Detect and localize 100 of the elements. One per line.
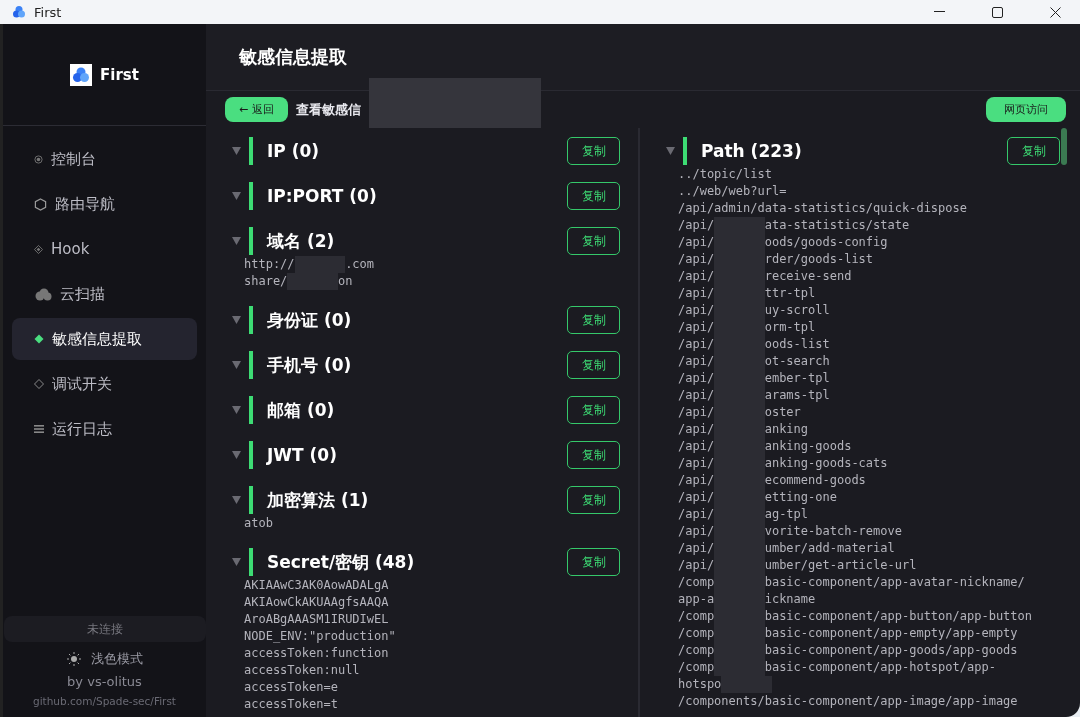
result-text: /api/ bbox=[678, 268, 715, 285]
section-title: 邮箱 (0) bbox=[267, 398, 336, 422]
collapse-triangle-icon[interactable] bbox=[232, 147, 241, 155]
result-text: /api/ bbox=[678, 387, 715, 404]
result-text: AKIAAwC3AK0AowADALgA bbox=[244, 577, 389, 594]
result-text: /api/ bbox=[678, 370, 715, 387]
result-text: etting-one bbox=[764, 489, 837, 506]
back-button[interactable]: ← 返回 bbox=[225, 97, 288, 122]
app-logo-icon bbox=[12, 5, 26, 19]
cloud-icon bbox=[34, 287, 52, 301]
result-text: accessToken=e bbox=[244, 679, 338, 696]
result-text: basic-component/app-goods/app-goods bbox=[764, 642, 1018, 659]
result-text: /api/ bbox=[678, 217, 715, 234]
collapse-triangle-icon[interactable] bbox=[666, 147, 675, 155]
result-text: /api/ bbox=[678, 302, 715, 319]
diamond-icon bbox=[34, 379, 44, 389]
result-text: /api/ bbox=[678, 251, 715, 268]
result-text: /api/ bbox=[678, 319, 715, 336]
repo-link[interactable]: github.com/Spade-sec/First bbox=[33, 695, 176, 707]
collapse-triangle-icon[interactable] bbox=[232, 496, 241, 504]
result-text: ickname bbox=[764, 591, 816, 608]
section-title: IP:PORT (0) bbox=[267, 186, 378, 206]
visit-page-button[interactable]: 网页访问 bbox=[986, 97, 1066, 122]
result-text: ot-search bbox=[764, 353, 830, 370]
result-text: ../web/web?url= bbox=[678, 183, 787, 200]
result-text: oods-list bbox=[764, 336, 830, 353]
caption-text: 查看敏感信 bbox=[295, 100, 361, 119]
copy-button[interactable]: 复制 bbox=[567, 441, 620, 469]
nav-item[interactable]: 敏感信息提取 bbox=[12, 318, 197, 360]
nav-label: 控制台 bbox=[51, 149, 96, 169]
copy-button[interactable]: 复制 bbox=[567, 182, 620, 210]
nav-label: 路由导航 bbox=[55, 194, 115, 214]
nav-label: 敏感信息提取 bbox=[52, 329, 142, 349]
section-title: 手机号 (0) bbox=[267, 353, 353, 377]
result-text: share/ bbox=[244, 273, 288, 290]
result-text: anking bbox=[764, 421, 809, 438]
section-marker bbox=[683, 137, 687, 165]
nav-item[interactable]: 运行日志 bbox=[12, 408, 197, 450]
nav-label: 运行日志 bbox=[52, 419, 112, 439]
collapse-triangle-icon[interactable] bbox=[232, 237, 241, 245]
copy-button[interactable]: 复制 bbox=[567, 137, 620, 165]
result-text: oster bbox=[764, 404, 801, 421]
result-text: /api/ bbox=[678, 234, 715, 251]
section-title: IP (0) bbox=[267, 141, 321, 161]
result-text: /comp bbox=[678, 608, 715, 625]
nav-item[interactable]: 路由导航 bbox=[12, 183, 197, 225]
theme-toggle[interactable]: 浅色模式 bbox=[66, 650, 143, 668]
result-text: atob bbox=[244, 515, 273, 532]
result-text: /api/ bbox=[678, 455, 715, 472]
copy-button[interactable]: 复制 bbox=[567, 227, 620, 255]
copy-button[interactable]: 复制 bbox=[567, 548, 620, 576]
copy-button[interactable]: 复制 bbox=[567, 486, 620, 514]
nav-label: 调试开关 bbox=[52, 374, 112, 394]
result-text: ecommend-goods bbox=[764, 472, 866, 489]
result-text: /api/ bbox=[678, 421, 715, 438]
result-text: /comp bbox=[678, 574, 715, 591]
collapse-triangle-icon[interactable] bbox=[232, 192, 241, 200]
section-marker bbox=[249, 306, 253, 334]
nav-item[interactable]: 调试开关 bbox=[12, 363, 197, 405]
result-text: NODE_ENV:"production" bbox=[244, 628, 396, 645]
result-text: AroABgAAASM1IRUDIwEL bbox=[244, 611, 389, 628]
list-icon bbox=[34, 424, 44, 434]
result-text: accessToken:function bbox=[244, 645, 389, 662]
nav-item[interactable]: Hook bbox=[12, 228, 197, 270]
diamond-icon bbox=[34, 244, 43, 254]
copy-button[interactable]: 复制 bbox=[1007, 137, 1060, 165]
result-text: /api/ bbox=[678, 336, 715, 353]
scrollbar-thumb[interactable] bbox=[1061, 128, 1067, 165]
result-text: app-a bbox=[678, 591, 715, 608]
section-marker bbox=[249, 351, 253, 379]
result-text: /comp bbox=[678, 625, 715, 642]
collapse-triangle-icon[interactable] bbox=[232, 558, 241, 566]
section-title: Path (223) bbox=[701, 141, 803, 161]
result-text: umber/get-article-url bbox=[764, 557, 917, 574]
nav-item[interactable]: 云扫描 bbox=[12, 273, 197, 315]
section-marker bbox=[249, 182, 253, 210]
result-text: .com bbox=[345, 256, 375, 273]
collapse-triangle-icon[interactable] bbox=[232, 361, 241, 369]
collapse-triangle-icon[interactable] bbox=[232, 451, 241, 459]
section-marker bbox=[249, 441, 253, 469]
result-text: /api/ bbox=[678, 489, 715, 506]
collapse-triangle-icon[interactable] bbox=[232, 316, 241, 324]
result-text: orm-tpl bbox=[764, 319, 816, 336]
section-marker bbox=[249, 227, 253, 255]
result-text: /comp bbox=[678, 642, 715, 659]
result-text: /api/ bbox=[678, 523, 715, 540]
section-marker bbox=[249, 548, 253, 576]
section-marker bbox=[249, 137, 253, 165]
connection-status: 未连接 bbox=[4, 616, 206, 642]
section-title: 加密算法 (1) bbox=[267, 488, 370, 512]
copy-button[interactable]: 复制 bbox=[567, 351, 620, 379]
author-text: by vs-olitus bbox=[67, 674, 142, 689]
result-text: hotspo bbox=[678, 676, 722, 693]
sun-icon bbox=[66, 652, 81, 666]
section-title: 域名 (2) bbox=[267, 229, 336, 253]
collapse-triangle-icon[interactable] bbox=[232, 406, 241, 414]
copy-button[interactable]: 复制 bbox=[567, 396, 620, 424]
section-title: JWT (0) bbox=[267, 445, 338, 465]
nav-item[interactable]: 控制台 bbox=[12, 138, 197, 180]
copy-button[interactable]: 复制 bbox=[567, 306, 620, 334]
